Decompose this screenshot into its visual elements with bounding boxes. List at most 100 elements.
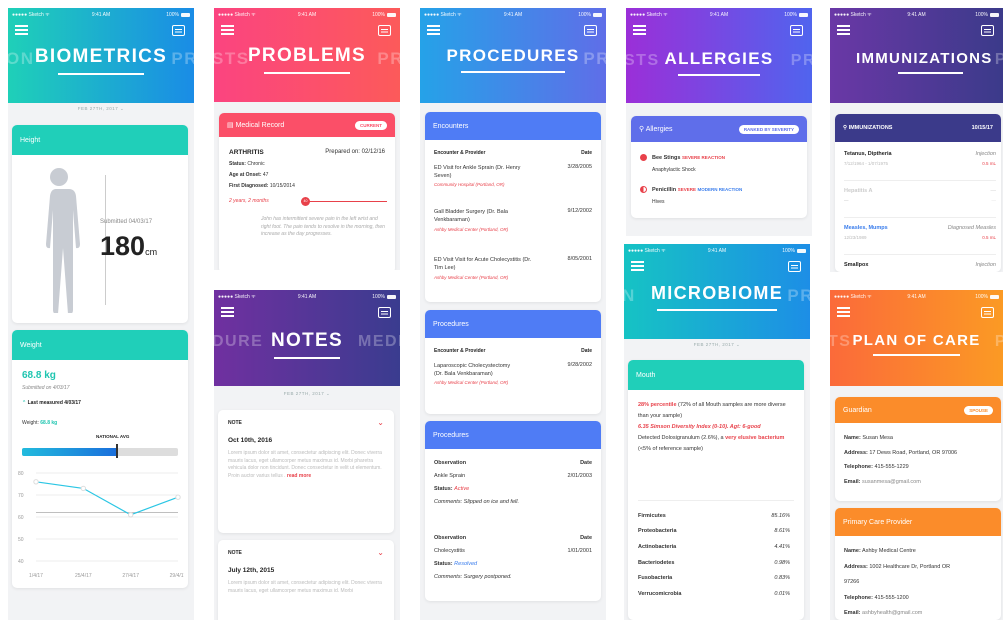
body-silhouette-icon: [46, 168, 80, 313]
taxa-percent: 8.61%: [774, 528, 790, 535]
battery-icon: 100%: [975, 294, 999, 300]
menu-icon[interactable]: [221, 25, 234, 35]
problems-header: ●●●●● Sketch ᯤ 9:41 AM 100% STS PR PROBLEM…: [214, 8, 400, 102]
menu-icon[interactable]: [15, 25, 28, 35]
immunization-row[interactable]: Measles, Mumps Diagnosed Measles 12/23/198…: [844, 224, 996, 255]
vaccine-type: —: [990, 188, 997, 194]
procedures-card: Procedures Encounter & Provider Date Lap…: [425, 310, 601, 414]
chat-icon[interactable]: [788, 261, 801, 272]
procedures-header: ●●●●● Sketch ᯤ 9:41 AM 100% PR PROCEDURES: [420, 8, 606, 103]
plan-of-care-screen: ●●●●● Sketch ᯤ 9:41 AM 100% TS P PLAN OF C…: [830, 290, 1003, 620]
taxa-name: Bacteriodetes: [638, 559, 675, 566]
battery-icon: 100%: [372, 12, 396, 18]
encounter-row[interactable]: ED Visit Visit for Acute Cholecystitis (…: [434, 256, 592, 281]
diversity-text: 28% percentile (72% of all Mouth samples…: [638, 402, 786, 452]
timeline-knob[interactable]: 40: [301, 197, 310, 206]
data-point[interactable]: [80, 485, 87, 492]
card-header: Mouth: [628, 360, 804, 390]
microbiome-header: ●●●●● Sketch ᯤ 9:41 AM 100% N PR MICROBIOM…: [624, 244, 810, 339]
menu-icon[interactable]: [427, 25, 440, 35]
taxa-percent: 0.98%: [774, 559, 790, 566]
observation-row[interactable]: Observation Date Cholecystitis 1/01/2001 S…: [434, 532, 592, 584]
encounter-row[interactable]: ED Visit for Ankle Sprain (Dr. Henry Sev…: [434, 164, 592, 187]
vaccine-type: Injection: [975, 262, 997, 268]
email-link[interactable]: ashbyhealth@gmail.com: [862, 610, 922, 616]
menu-icon[interactable]: [633, 25, 646, 35]
timeline-slider[interactable]: [301, 201, 387, 202]
immunization-row[interactable]: Tetanus, Diptheria Injection 7/12/1964 - 1…: [844, 150, 996, 181]
national-marker: [116, 444, 118, 458]
immunizations-screen: ●●●●● Sketch ᯤ 9:41 AM 100% P IMMUNIZATION…: [830, 8, 1003, 272]
menu-icon[interactable]: [837, 25, 850, 35]
date-selector[interactable]: FEB 27TH, 2017 ⌄: [624, 342, 810, 348]
note-date: July 12th, 2015: [228, 567, 275, 574]
note-body: Lorem ipsum dolor sit amet, consectetur …: [228, 450, 382, 479]
chat-icon[interactable]: [378, 307, 391, 318]
half-severity-icon: [640, 186, 647, 194]
chat-icon[interactable]: [981, 25, 994, 36]
read-more-link[interactable]: read more: [287, 473, 311, 479]
chat-icon[interactable]: [378, 25, 391, 36]
taxa-row: Proteobacteria 8.61%: [638, 524, 790, 540]
weight-last: ⌃ Last measured 4/03/17: [22, 400, 81, 406]
weight-bar: [22, 448, 178, 456]
problem-description: John has intermittent severe pain in the…: [261, 216, 385, 237]
immunization-list: Tetanus, Diptheria Injection 7/12/1964 - 1…: [844, 150, 996, 272]
note-label: NOTE: [228, 550, 242, 556]
allergy-item[interactable]: Bee Stings SEVERE REACTION Anaphylactic …: [640, 152, 800, 176]
chat-icon[interactable]: [981, 307, 994, 318]
chevron-down-icon[interactable]: ⌄: [377, 548, 384, 557]
allergy-item[interactable]: Penicillin SEVERE MODERN REACTION Hives: [640, 184, 800, 208]
card-header: Procedures: [425, 310, 601, 338]
page-title: BIOMETRICS: [8, 46, 194, 75]
data-point[interactable]: [33, 479, 39, 485]
observation-row[interactable]: Observation Date Ankle Sprain 2/01/2003 St…: [434, 457, 592, 509]
y-tick-label: 40: [18, 559, 24, 565]
taxa-name: Proteobacteria: [638, 528, 677, 535]
weight-submitted: Submitted on 4/03/17: [22, 385, 70, 391]
x-tick-label: 25/4/17: [75, 573, 92, 579]
taxa-name: Actinobacteria: [638, 543, 677, 550]
x-tick-label: 1/4/17: [29, 573, 43, 579]
weight-series-line: [35, 481, 179, 516]
chevron-down-icon[interactable]: ⌄: [377, 418, 384, 427]
encounter-row[interactable]: Gall Bladder Surgery (Dr. Bala Venkbaram…: [434, 208, 592, 233]
chat-icon[interactable]: [584, 25, 597, 36]
biometrics-screen: ●●●●● Sketch ᯤ 9:41 AM 100% ON PR BIOMETRI…: [8, 8, 194, 620]
microbiome-screen: ●●●●● Sketch ᯤ 9:41 AM 100% N PR MICROBIOM…: [624, 244, 810, 620]
date-selector[interactable]: FEB 27TH, 2017 ⌄: [8, 106, 194, 112]
x-tick-label: 27/4/17: [122, 573, 139, 579]
page-title: NOTES: [214, 330, 400, 359]
vaccine-dose: —: [991, 198, 997, 203]
biometrics-header: ●●●●● Sketch ᯤ 9:41 AM 100% ON PR BIOMETRI…: [8, 8, 194, 103]
taxa-name: Verrucomicrobia: [638, 590, 682, 597]
data-point[interactable]: [127, 512, 134, 518]
x-tick-label: 29/4/17: [170, 573, 184, 579]
col-header: Encounter & Provider: [434, 150, 486, 156]
chat-icon[interactable]: [172, 25, 185, 36]
card-header: ⚲ Allergies RANKED BY SEVERITY: [631, 116, 807, 142]
immunization-row[interactable]: Hepatitis A — — —: [844, 187, 996, 218]
note-card: NOTE ⌄ Oct 10th, 2016 Lorem ipsum dolor …: [218, 410, 394, 533]
data-point[interactable]: [175, 494, 181, 500]
diag-row: First Diagnosed: 10/15/2014: [229, 183, 295, 189]
battery-icon: 100%: [975, 12, 999, 18]
immunization-row[interactable]: Smallpox Injection: [844, 261, 996, 272]
immunizations-header: ●●●●● Sketch ᯤ 9:41 AM 100% P IMMUNIZATION…: [830, 8, 1003, 103]
chat-icon[interactable]: [790, 25, 803, 36]
page-title: PROCEDURES: [420, 46, 606, 73]
battery-icon: 100%: [784, 12, 808, 18]
battery-icon: 100%: [578, 12, 602, 18]
menu-icon[interactable]: [221, 307, 234, 317]
email-link[interactable]: susanmesa@gmail.com: [862, 479, 921, 485]
current-badge: CURRENT: [355, 120, 387, 130]
vaccine-type: Diagnosed Measles: [947, 225, 996, 231]
procedures-card: Procedures Observation Date Ankle Sprain 2…: [425, 421, 601, 601]
severity-dot-icon: [640, 154, 647, 162]
date-selector[interactable]: FEB 27TH, 2017 ⌄: [214, 391, 400, 397]
procedure-row[interactable]: Laparoscopic Cholecystectomy (Dr. Bala V…: [434, 362, 592, 385]
taxa-row: Firmicutes 85.16%: [638, 508, 790, 524]
menu-icon[interactable]: [837, 307, 850, 317]
menu-icon[interactable]: [631, 261, 644, 271]
taxa-percent: 85.16%: [771, 512, 790, 519]
